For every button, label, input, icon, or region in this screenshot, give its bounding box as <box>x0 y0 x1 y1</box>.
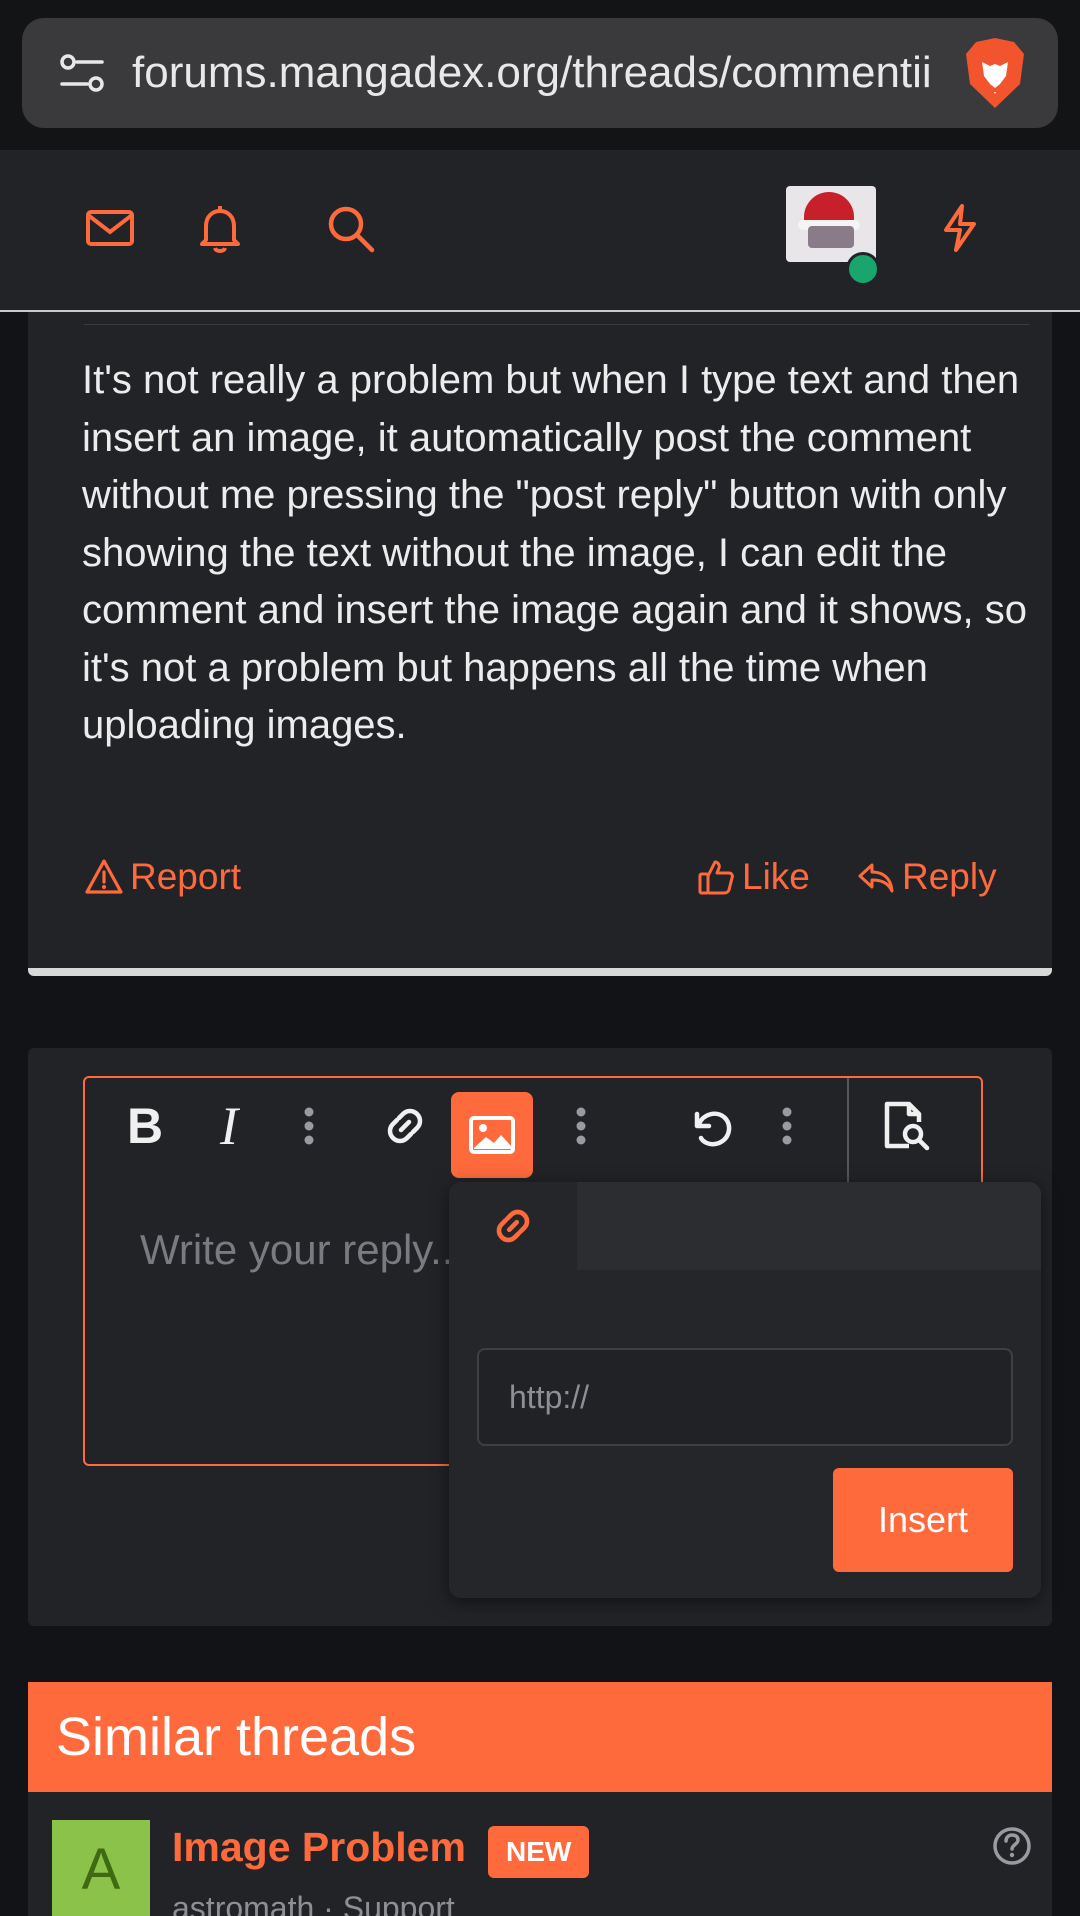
image-button[interactable] <box>451 1092 533 1178</box>
reply-arrow-icon <box>858 863 894 893</box>
site-settings-icon[interactable] <box>60 53 104 93</box>
brave-lion-icon[interactable] <box>962 36 1028 110</box>
tab-by-url[interactable] <box>449 1182 577 1270</box>
similar-threads-list: A Image Problem NEW astromath · Support <box>28 1792 1052 1916</box>
more-vertical-icon[interactable] <box>551 1096 611 1156</box>
lightning-icon[interactable] <box>932 200 988 256</box>
report-button[interactable]: Report <box>84 852 241 902</box>
post-body: It's not really a problem but when I typ… <box>82 358 1027 747</box>
reply-placeholder[interactable]: Write your reply... <box>140 1226 465 1274</box>
link-icon[interactable] <box>375 1096 435 1156</box>
like-button[interactable]: Like <box>696 852 810 902</box>
thread-title-link[interactable]: Image Problem <box>172 1824 466 1871</box>
image-url-input[interactable]: http:// <box>477 1348 1013 1446</box>
forum-header <box>0 150 1080 312</box>
thumbs-up-icon <box>698 860 734 895</box>
thread-meta: astromath · Support <box>172 1890 455 1916</box>
post-divider <box>84 324 1030 325</box>
bell-icon[interactable] <box>192 200 248 256</box>
browser-toolbar: forums.mangadex.org/threads/commentii <box>0 0 1080 150</box>
search-icon[interactable] <box>322 200 378 256</box>
reply-button[interactable]: Reply <box>856 852 997 902</box>
url-text[interactable]: forums.mangadex.org/threads/commentii <box>132 48 962 98</box>
bold-button[interactable]: B <box>115 1096 175 1156</box>
reply-label: Reply <box>902 856 997 897</box>
preview-icon[interactable] <box>875 1096 935 1156</box>
online-status-dot <box>846 252 880 286</box>
similar-threads-header: Similar threads <box>28 1682 1052 1792</box>
more-vertical-icon[interactable] <box>757 1096 817 1156</box>
insert-image-popup: http:// Insert <box>449 1182 1041 1598</box>
toolbar-separator <box>847 1078 849 1182</box>
popup-tab-bar <box>577 1182 1041 1270</box>
thread-author-avatar[interactable]: A <box>52 1820 150 1916</box>
avatar[interactable] <box>786 186 876 262</box>
question-icon[interactable] <box>992 1826 1032 1866</box>
mail-icon[interactable] <box>82 200 138 256</box>
post-card: It's not really a problem but when I typ… <box>28 312 1052 976</box>
new-badge: NEW <box>488 1826 590 1878</box>
like-label: Like <box>742 856 810 897</box>
insert-button[interactable]: Insert <box>833 1468 1013 1572</box>
more-vertical-icon[interactable] <box>279 1096 339 1156</box>
address-bar[interactable]: forums.mangadex.org/threads/commentii <box>22 18 1058 128</box>
report-label: Report <box>130 856 242 897</box>
undo-icon[interactable] <box>681 1096 741 1156</box>
warning-icon <box>85 859 123 894</box>
image-icon <box>469 1116 515 1154</box>
italic-button[interactable]: I <box>199 1096 259 1156</box>
link-icon <box>496 1209 530 1243</box>
